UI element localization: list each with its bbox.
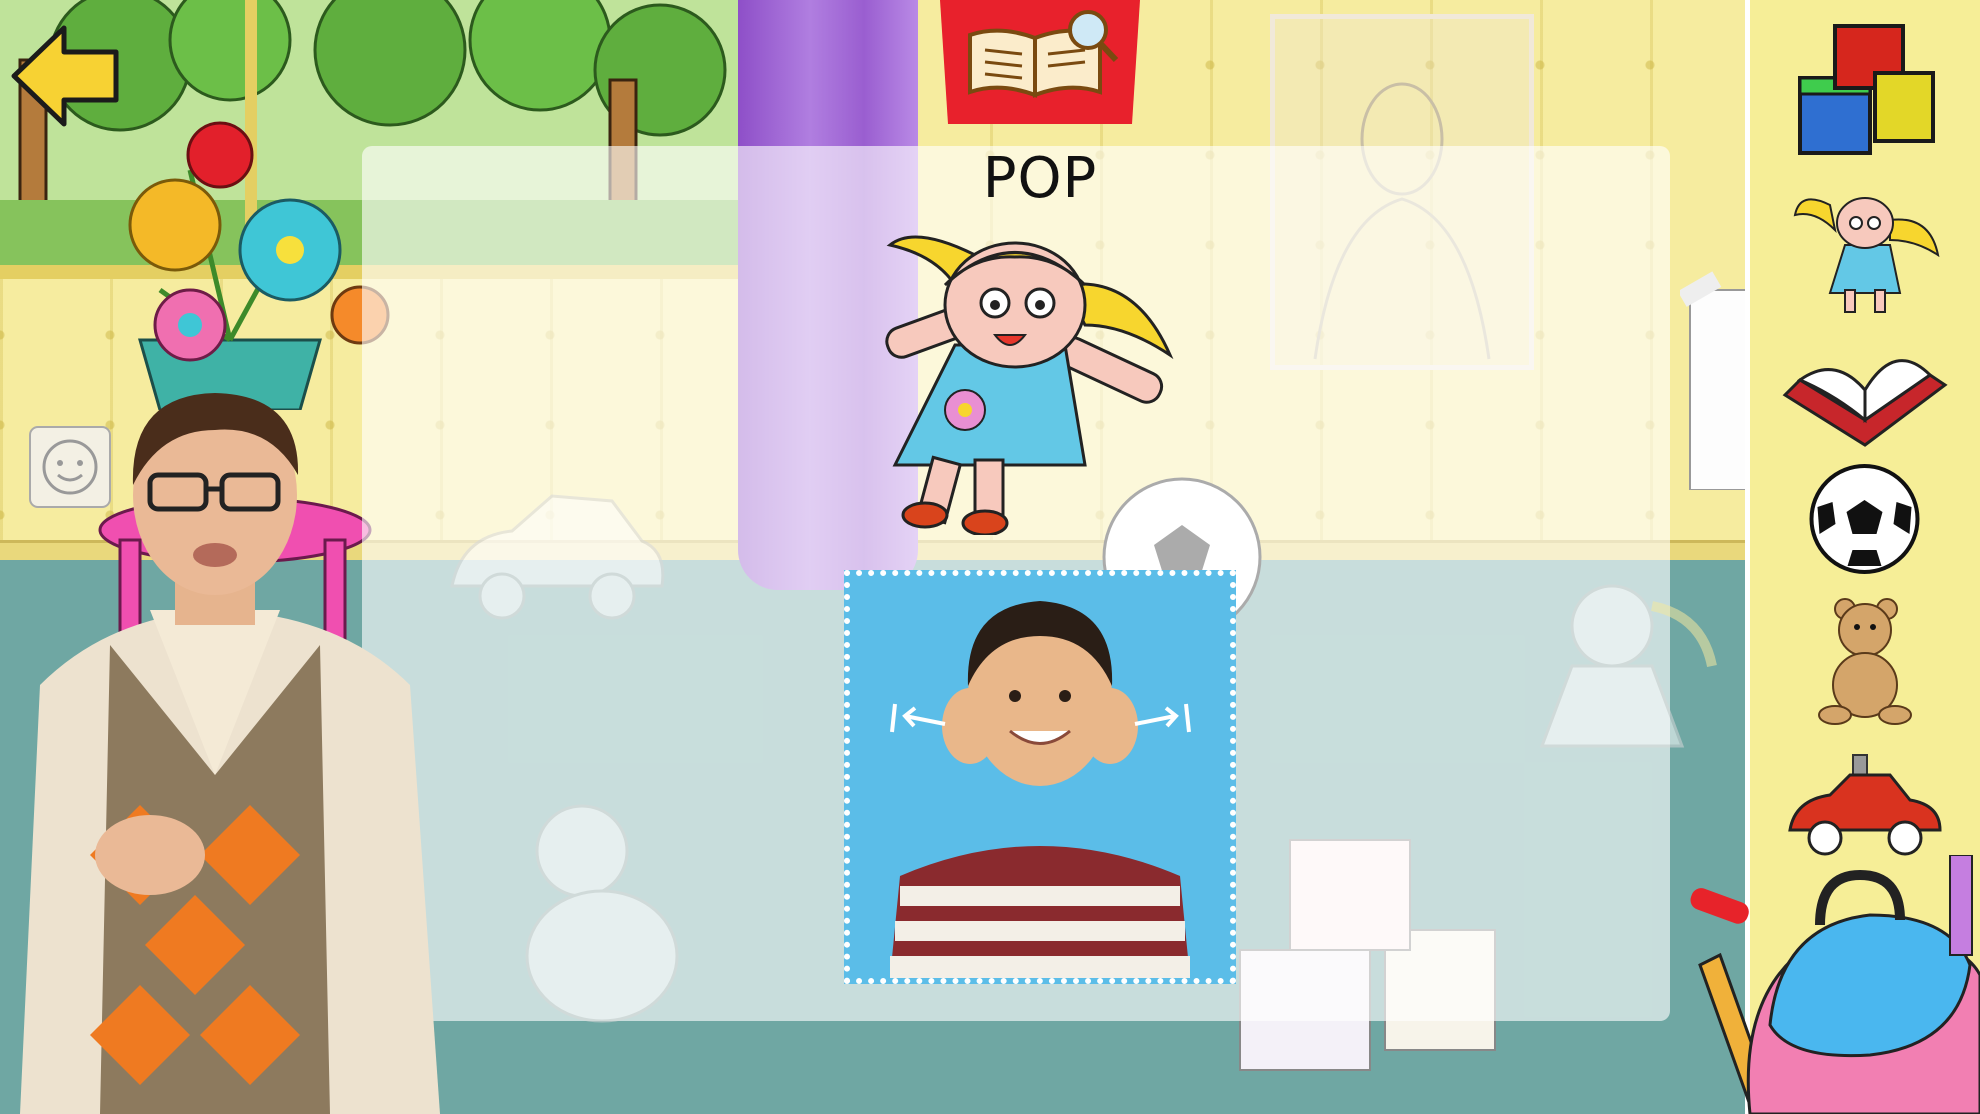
- flower-vase: [128, 121, 390, 410]
- sign-language-presenter: [20, 393, 440, 1114]
- sidebar-item-doll[interactable]: [1790, 175, 1940, 315]
- teddy-ghost: [525, 804, 679, 1023]
- sign-word-title: POP: [982, 146, 1098, 211]
- paper-note: [1680, 271, 1750, 490]
- back-arrow-icon[interactable]: [8, 20, 120, 132]
- dictionary-tab-button[interactable]: [940, 0, 1140, 124]
- child-signing-photo: [890, 601, 1191, 978]
- sidebar-item-blocks[interactable]: [1790, 18, 1940, 158]
- game-scene: POP: [0, 0, 1980, 1114]
- book-search-icon: [940, 0, 1140, 124]
- schoolbag-menu[interactable]: [1690, 855, 1980, 1114]
- movement-arrow-left: [890, 703, 946, 733]
- movement-arrow-right: [1134, 703, 1191, 733]
- doll-illustration: [885, 235, 1174, 535]
- sign-video-card[interactable]: [844, 570, 1236, 984]
- sidebar-item-toy-car[interactable]: [1785, 750, 1945, 865]
- sidebar-item-ball[interactable]: [1808, 462, 1923, 577]
- toy-car-ghost: [450, 494, 665, 620]
- sidebar-item-teddy-bear[interactable]: [1815, 595, 1915, 725]
- doll-ghost: [1539, 584, 1717, 748]
- sidebar-item-book[interactable]: [1780, 335, 1950, 455]
